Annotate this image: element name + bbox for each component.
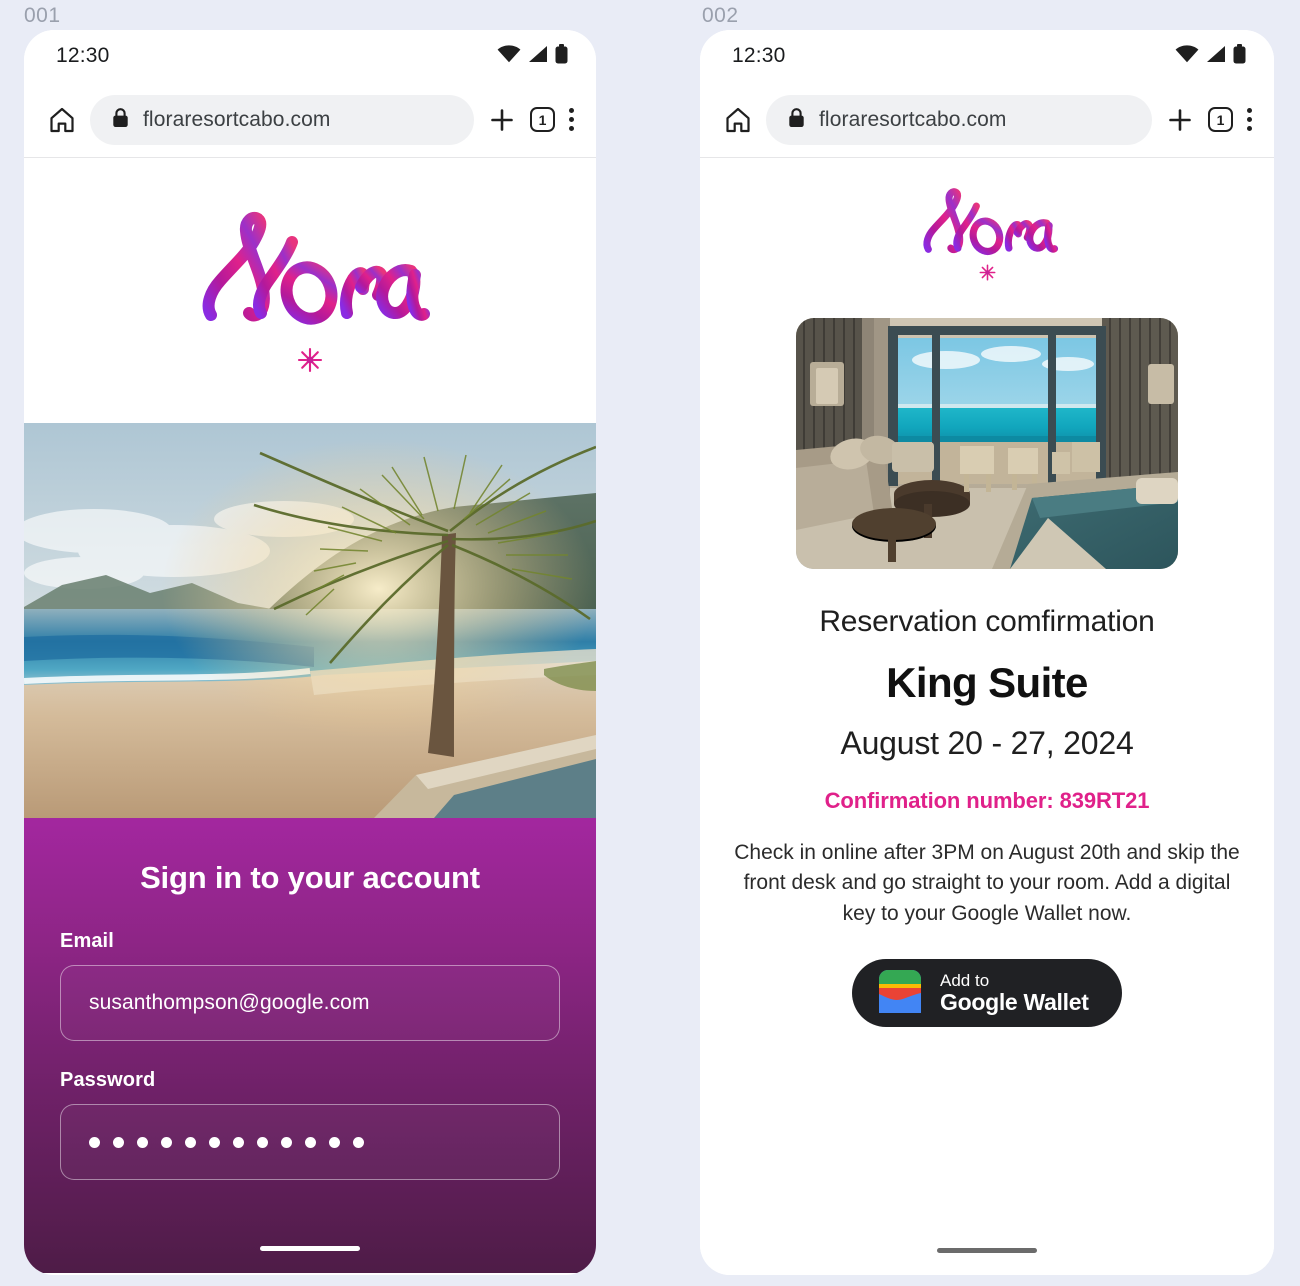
kebab-menu-icon[interactable] (1247, 108, 1252, 131)
battery-icon (555, 43, 568, 69)
home-icon[interactable] (724, 106, 752, 134)
url-text: floraresortcabo.com (819, 107, 1007, 131)
status-bar: 12:30 (700, 30, 1274, 82)
password-label: Password (60, 1069, 156, 1091)
frame-label-002: 002 (702, 4, 739, 27)
phone-mockup-001: 12:30 floraresortcabo.com 1 Sign in to y… (24, 30, 596, 1275)
confirmation-page: Reservation comfirmation King Suite Augu… (700, 158, 1274, 1275)
wallet-line-1: Add to (940, 971, 990, 991)
flora-wordmark (923, 188, 1059, 256)
brand-header (24, 158, 596, 423)
plus-icon[interactable] (1166, 106, 1194, 134)
room-photo (796, 318, 1178, 569)
signal-icon (1206, 45, 1226, 68)
browser-toolbar: floraresortcabo.com 1 (24, 82, 596, 158)
flower-asterisk-icon (979, 264, 996, 286)
confirmation-number: Confirmation number: 839RT21 (824, 788, 1150, 813)
room-name: King Suite (886, 659, 1088, 706)
flower-asterisk-icon (297, 347, 323, 378)
tab-count-button[interactable]: 1 (1208, 107, 1233, 132)
kebab-menu-icon[interactable] (569, 108, 574, 131)
email-value: susanthompson@google.com (89, 991, 370, 1014)
email-label: Email (60, 930, 114, 952)
wifi-icon (497, 44, 521, 68)
flora-logo (175, 209, 445, 378)
wifi-icon (1175, 44, 1199, 68)
status-time: 12:30 (732, 44, 786, 67)
reservation-subtitle: Reservation comfirmation (819, 605, 1155, 638)
status-time: 12:30 (56, 44, 110, 67)
wallet-line-2: Google Wallet (940, 989, 1089, 1016)
wallet-button-label: Add to Google Wallet (940, 972, 1089, 1014)
home-indicator[interactable] (260, 1246, 360, 1251)
screenshot-stage: 001 002 12:30 floraresortcabo.com 1 Sign… (0, 0, 1300, 1286)
status-bar: 12:30 (24, 30, 596, 82)
signin-heading: Sign in to your account (140, 860, 480, 895)
home-icon[interactable] (48, 106, 76, 134)
url-text: floraresortcabo.com (143, 107, 331, 131)
google-wallet-icon (878, 969, 922, 1021)
status-icons (497, 43, 568, 69)
flora-wordmark (202, 211, 430, 325)
browser-toolbar: floraresortcabo.com 1 (700, 82, 1274, 158)
flora-logo (700, 186, 1274, 286)
signin-panel: Sign in to your account Email susanthomp… (24, 818, 596, 1273)
frame-label-001: 001 (24, 4, 61, 27)
add-to-google-wallet-button[interactable]: Add to Google Wallet (852, 959, 1122, 1028)
signal-icon (528, 45, 548, 68)
confirmation-text: Reservation comfirmation King Suite Augu… (700, 605, 1274, 929)
hero-beach-image (24, 423, 596, 818)
stay-dates: August 20 - 27, 2024 (840, 725, 1134, 761)
plus-icon[interactable] (488, 106, 516, 134)
password-masked-value (89, 1136, 364, 1148)
checkin-instructions: Check in online after 3PM on August 20th… (734, 841, 1240, 925)
status-icons (1175, 43, 1246, 69)
home-indicator[interactable] (937, 1248, 1037, 1253)
address-bar[interactable]: floraresortcabo.com (766, 94, 1152, 145)
address-bar[interactable]: floraresortcabo.com (90, 94, 474, 145)
lock-icon (788, 107, 805, 133)
phone-mockup-002: 12:30 floraresortcabo.com 1 Reservation … (700, 30, 1274, 1275)
email-field[interactable]: susanthompson@google.com (60, 965, 560, 1041)
password-field[interactable] (60, 1104, 560, 1180)
tab-count-button[interactable]: 1 (530, 107, 555, 132)
battery-icon (1233, 43, 1246, 69)
lock-icon (112, 107, 129, 133)
